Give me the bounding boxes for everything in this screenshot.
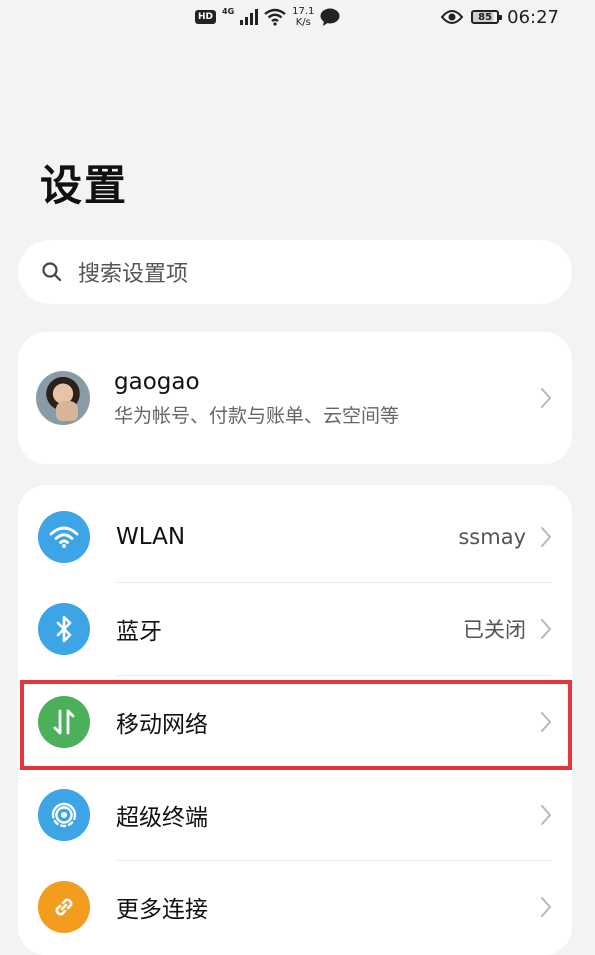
battery-indicator: 85 [471, 10, 503, 24]
account-text: gaogao 华为帐号、付款与账单、云空间等 [114, 369, 399, 428]
chevron-right-icon [541, 527, 551, 547]
setting-value: 已关闭 [463, 618, 526, 642]
network-speed: 17.1 K/s [292, 6, 314, 28]
speed-value: 17.1 [292, 6, 315, 17]
settings-card: WLAN ssmay 蓝牙 已关闭 移动网络 超级终端 更多连接 [18, 485, 572, 955]
account-row[interactable]: gaogao 华为帐号、付款与账单、云空间等 [18, 332, 572, 464]
search-bar[interactable]: 搜索设置项 [18, 240, 572, 304]
bluetooth-icon [38, 603, 90, 655]
chevron-right-icon [541, 805, 551, 825]
wifi-status-icon [264, 8, 286, 26]
setting-row-wlan[interactable]: WLAN ssmay [18, 491, 572, 583]
setting-row-more-connections[interactable]: 更多连接 [18, 861, 572, 953]
account-subtitle: 华为帐号、付款与账单、云空间等 [114, 404, 400, 427]
eye-comfort-icon [441, 10, 464, 24]
mobile-data-icon [38, 696, 90, 748]
hd-badge: HD [195, 10, 217, 24]
wifi-icon [38, 511, 90, 563]
setting-row-bluetooth[interactable]: 蓝牙 已关闭 [18, 583, 572, 675]
setting-label: 更多连接 [116, 897, 208, 923]
setting-value: ssmay [458, 525, 526, 549]
signal-icon [240, 9, 259, 25]
link-icon [38, 881, 90, 933]
chevron-right-icon [541, 619, 551, 639]
message-icon [320, 8, 340, 26]
status-bar-left: HD 4G 17.1 K/s [195, 4, 340, 30]
setting-label: WLAN [116, 524, 186, 550]
chevron-right-icon [541, 712, 551, 732]
search-placeholder: 搜索设置项 [78, 262, 189, 287]
account-name: gaogao [114, 368, 200, 395]
super-device-icon [38, 789, 90, 841]
setting-label: 蓝牙 [116, 619, 162, 645]
chevron-right-icon [541, 388, 551, 408]
page-title: 设置 [40, 161, 129, 210]
setting-row-mobile-network[interactable]: 移动网络 [18, 676, 572, 768]
status-bar: HD 4G 17.1 K/s 85 06:27 [0, 0, 595, 34]
setting-label: 超级终端 [116, 805, 208, 831]
avatar [36, 371, 90, 425]
account-card: gaogao 华为帐号、付款与账单、云空间等 [18, 332, 572, 464]
setting-row-super-device[interactable]: 超级终端 [18, 769, 572, 861]
status-time: 06:27 [507, 6, 559, 28]
setting-label: 移动网络 [116, 712, 208, 738]
network-type: 4G [222, 6, 235, 16]
chevron-right-icon [541, 897, 551, 917]
search-icon [42, 262, 62, 282]
status-bar-right: 85 06:27 [441, 4, 559, 30]
speed-unit: K/s [295, 17, 311, 28]
